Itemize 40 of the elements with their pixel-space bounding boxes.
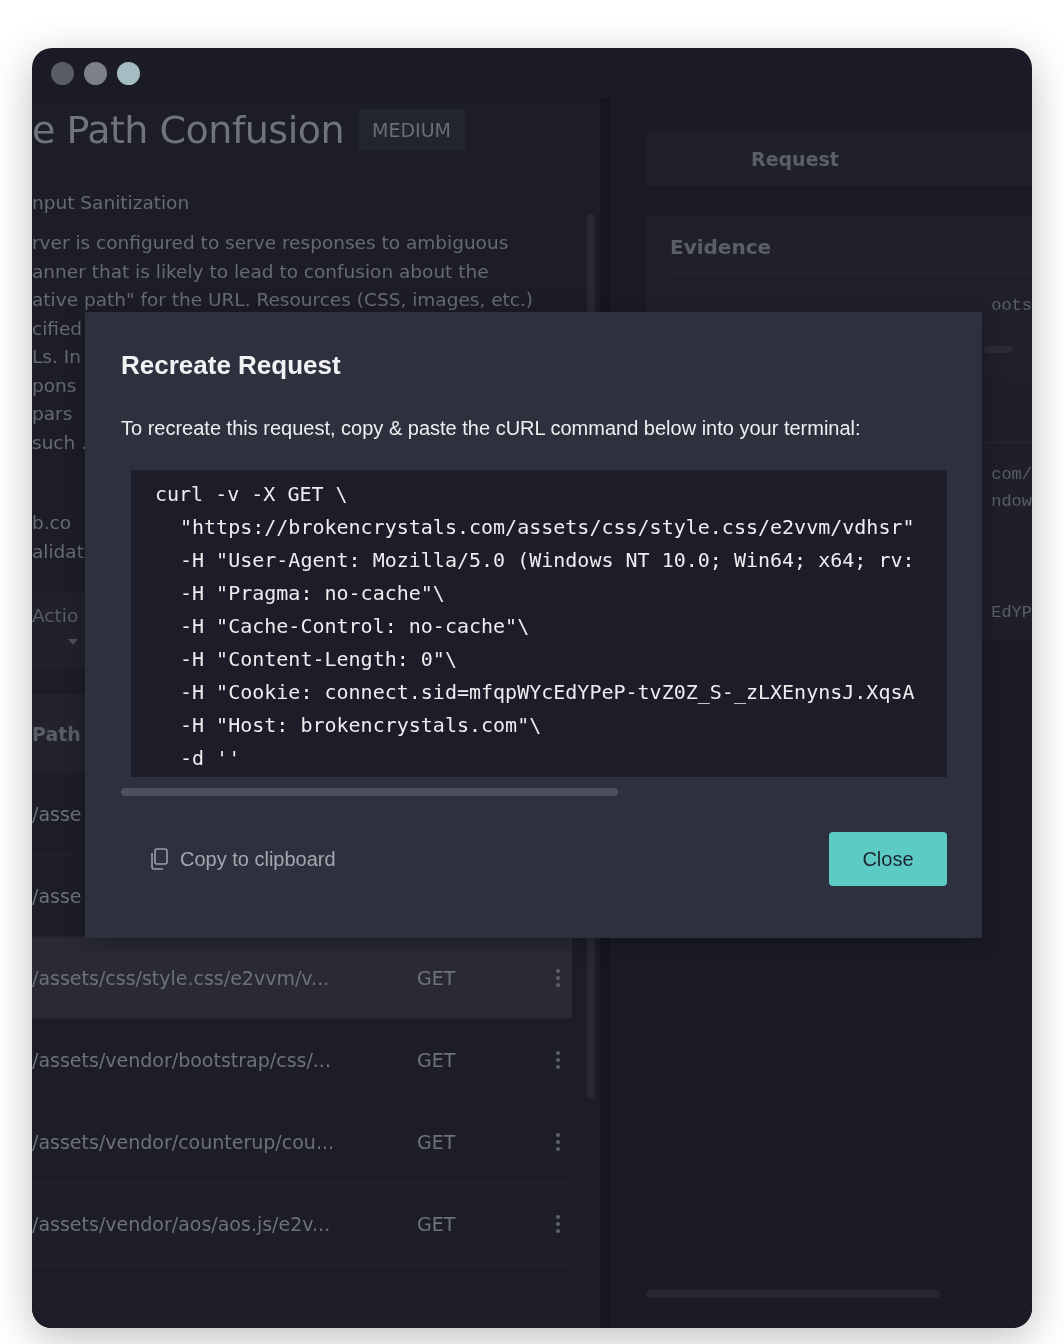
path-cell-text: /asse	[32, 884, 83, 907]
method-cell-text: GET	[417, 1212, 457, 1235]
instruction-text: To recreate this request, copy & paste the cURL command below into your terminal:	[121, 417, 862, 440]
severity-badge: MEDIUM	[358, 109, 465, 151]
path-cell-text: /assets/css/style.css/e2vvm/v...	[32, 966, 331, 989]
code-text: ndow	[991, 492, 1032, 511]
description-line: b.co	[32, 511, 72, 535]
evidence-title: Evidence	[669, 235, 773, 259]
code-text: oots	[991, 296, 1032, 315]
finding-title: e Path Confusion	[32, 108, 345, 152]
code-line: -H "Pragma: no-cache"\	[179, 580, 446, 607]
column-header: Path	[32, 722, 81, 745]
description-line: ative path" for the URL. Resources (CSS, images, etc.)	[32, 288, 534, 312]
code-line: -H "Cookie: connect.sid=mfqpWYcEdYPeP-tvZ0Z_S-_zLXEnynsJ.XqsA	[179, 679, 916, 706]
description-line: rver is configured to serve responses to ambiguous	[32, 231, 509, 255]
description-line: such .	[32, 430, 88, 455]
code-line: -H "Content-Length: 0"\	[179, 646, 458, 673]
code-line: -H "Cache-Control: no-cache"\	[179, 613, 531, 640]
description-line: anner that is likely to lead to confusion about the	[32, 259, 489, 284]
code-line: "https://brokencrystals.com/assets/css/style.css/e2vvm/vdhsr"	[179, 514, 916, 541]
code-line: curl -v -X GET \	[155, 481, 349, 508]
dialog-title: Recreate Request	[121, 350, 342, 381]
finding-category: nput Sanitization	[32, 191, 191, 215]
code-text: EdYP	[991, 603, 1032, 622]
description-line: Ls. In	[32, 345, 81, 369]
path-cell-text: /assets/vendor/aos/aos.js/e2v...	[32, 1212, 332, 1235]
path-cell-text: /assets/vendor/bootstrap/css/...	[32, 1048, 332, 1071]
path-cell-text: /assets/vendor/counterup/cou...	[32, 1130, 335, 1153]
code-text: com/	[991, 465, 1032, 484]
path-cell-text: /asse	[32, 802, 83, 825]
code-line: -H "User-Agent: Mozilla/5.0 (Windows NT 10.0; Win64; x64; rv:	[179, 547, 916, 574]
description-line: pons	[32, 373, 77, 398]
description-line: pars	[32, 402, 73, 426]
code-line: -d ''	[179, 745, 242, 772]
description-line: alidat	[32, 539, 84, 564]
method-cell-text: GET	[417, 966, 457, 989]
description-line: cified	[32, 316, 83, 341]
method-cell-text: GET	[417, 1048, 457, 1071]
method-cell-text: GET	[417, 1130, 457, 1153]
code-line: -H "Host: brokencrystals.com"\	[179, 712, 543, 739]
